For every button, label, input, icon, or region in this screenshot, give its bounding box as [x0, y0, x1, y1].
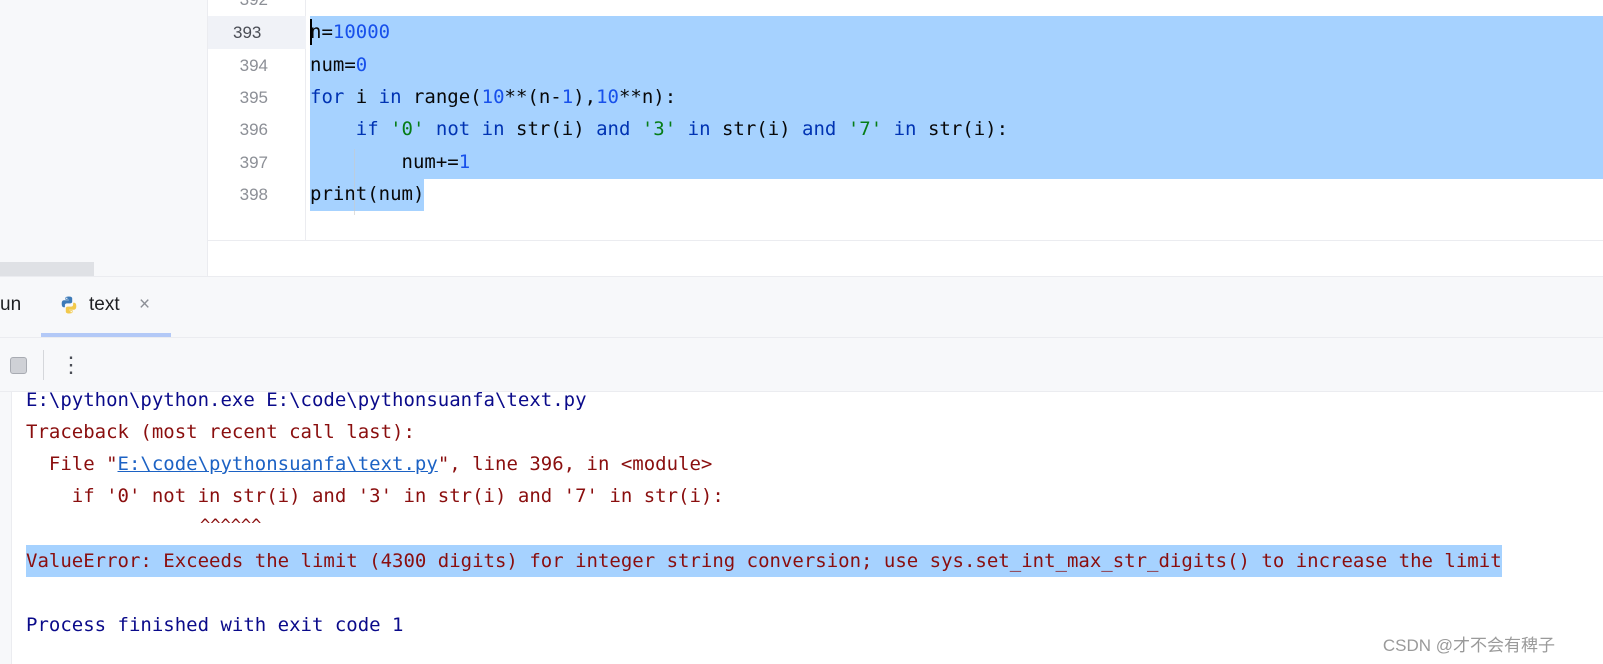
text-caret	[310, 19, 312, 45]
code-token: **n):	[618, 86, 677, 108]
code-editor[interactable]: 392 393 394 395 396 397 398 n=10000 num=…	[208, 0, 1603, 276]
line-number-current: 393	[208, 16, 306, 49]
code-token: 10	[481, 86, 505, 108]
code-token: in	[893, 118, 917, 140]
console-output[interactable]: E:\python\python.exe E:\code\pythonsuanf…	[0, 389, 1603, 664]
code-token: 1	[458, 151, 471, 173]
code-line[interactable]: for i in range(10**(n-1),10**n):	[310, 81, 1603, 114]
code-line[interactable]: num+=1	[310, 146, 1603, 179]
code-token: '3'	[641, 118, 677, 140]
traceback-header: Traceback (most recent call last):	[26, 421, 415, 443]
stop-icon[interactable]	[10, 357, 27, 374]
toolbar-divider	[43, 350, 44, 380]
code-token: =	[344, 54, 356, 76]
code-token: and	[596, 118, 631, 140]
line-number: 395	[239, 88, 268, 107]
code-token: =	[321, 21, 333, 43]
run-tool-title[interactable]: un	[0, 294, 21, 316]
code-token: range(	[401, 86, 482, 108]
line-number: 397	[239, 153, 268, 172]
active-tab-indicator	[41, 333, 171, 337]
file-prefix: File "	[26, 453, 118, 475]
more-options-icon[interactable]: ⋮	[60, 350, 82, 380]
code-line[interactable]: print(num)	[310, 178, 425, 211]
code-token: (num)	[367, 183, 425, 205]
indent-guide	[354, 149, 355, 215]
traceback-caret-line: ^^^^^^	[26, 516, 262, 536]
watermark: CSDN @才不会有稗子	[1382, 636, 1555, 655]
code-token: '0'	[390, 118, 425, 140]
file-suffix: ", line 396, in <module>	[437, 453, 713, 475]
process-finished-line: Process finished with exit code 1	[26, 614, 404, 636]
tab-text[interactable]: text ×	[41, 277, 171, 338]
traceback-file-line: File "E:\code\pythonsuanfa\text.py", lin…	[26, 448, 712, 480]
file-link[interactable]: E:\code\pythonsuanfa\text.py	[118, 453, 438, 475]
code-token: for	[310, 86, 345, 108]
tab-label: text	[89, 294, 120, 315]
console-gutter	[0, 392, 12, 664]
code-token: **(n-	[504, 86, 562, 108]
line-number: 396	[239, 120, 268, 139]
code-token: str(i):	[916, 118, 1009, 140]
code-token: if	[355, 118, 379, 140]
code-token: not	[435, 118, 471, 140]
editor-footer-area	[208, 240, 1603, 276]
code-token: 10	[596, 86, 619, 108]
code-token: and	[802, 118, 837, 140]
error-message: ValueError: Exceeds the limit (4300 digi…	[26, 545, 1502, 577]
project-panel	[0, 0, 208, 276]
code-token: 0	[355, 54, 368, 76]
python-icon	[61, 296, 77, 314]
code-token: print	[310, 183, 368, 205]
code-token: in	[481, 118, 505, 140]
code-token: str(i)	[710, 118, 803, 140]
traceback-code-line: if '0' not in str(i) and '3' in str(i) a…	[26, 485, 724, 507]
code-token: 10000	[332, 21, 391, 43]
code-token: ),	[573, 86, 597, 108]
code-token: num	[310, 54, 345, 76]
code-lines[interactable]: n=10000 num=0 for i in range(10**(n-1),1…	[310, 0, 1603, 240]
code-token: 1	[561, 86, 574, 108]
line-number: 394	[239, 56, 268, 75]
code-line[interactable]: num=0	[310, 49, 1603, 82]
code-line[interactable]: n=10000	[310, 16, 1603, 49]
console-command-line: E:\python\python.exe E:\code\pythonsuanf…	[26, 389, 587, 411]
line-number: 398	[239, 185, 268, 204]
code-token: i	[344, 86, 379, 108]
code-token: in	[687, 118, 711, 140]
line-number: 392	[208, 0, 268, 16]
line-number-gutter: 392 393 394 395 396 397 398	[208, 0, 306, 240]
run-tool-window-header: un text ×	[0, 276, 1603, 338]
code-token: '7'	[847, 118, 883, 140]
code-token: str(i)	[504, 118, 597, 140]
code-token: num+=	[310, 151, 459, 173]
code-line[interactable]: if '0' not in str(i) and '3' in str(i) a…	[310, 113, 1603, 146]
close-icon[interactable]: ×	[139, 294, 150, 316]
code-token: in	[378, 86, 402, 108]
horizontal-scrollbar[interactable]	[0, 262, 94, 276]
